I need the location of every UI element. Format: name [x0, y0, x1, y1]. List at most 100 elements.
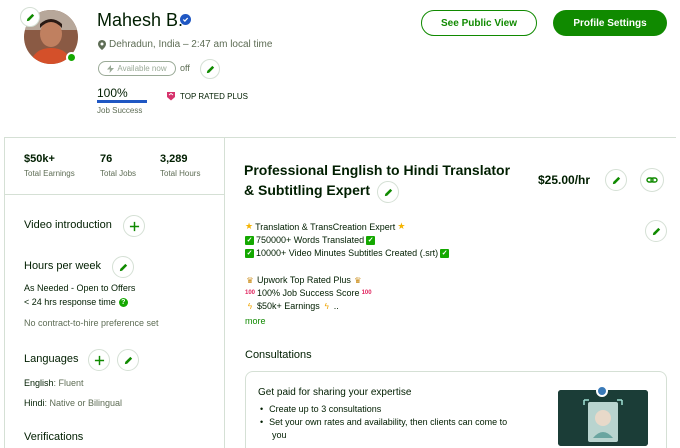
- lightning-icon: ϟ: [247, 301, 253, 311]
- star-icon: ★: [397, 221, 406, 231]
- pencil-icon: [124, 356, 132, 364]
- description-text: 750000+ Words Translated: [256, 235, 365, 245]
- edit-availability-button[interactable]: [200, 59, 220, 79]
- edit-title-button[interactable]: [377, 181, 399, 203]
- pencil-icon: [119, 263, 127, 271]
- job-success-percent: 100%: [97, 86, 128, 100]
- plus-icon: [129, 221, 139, 231]
- consultations-title: Consultations: [245, 349, 312, 361]
- description-text: $50k+ Earnings: [257, 301, 320, 311]
- list-item: • Create up to 3 consultations: [260, 404, 382, 414]
- bullet-continuation: you: [272, 430, 287, 440]
- stat-total-jobs: 76 Total Jobs: [100, 153, 136, 178]
- pencil-icon: [26, 13, 34, 21]
- stat-label: Total Earnings: [24, 169, 75, 178]
- divider: [4, 194, 224, 195]
- check-icon: ✓: [440, 248, 450, 258]
- top-rated-icon: [167, 92, 175, 101]
- description-line: ★ Translation & TransCreation Expert ★: [245, 221, 405, 232]
- video-intro-title: Video introduction: [24, 219, 112, 231]
- location-text: Dehradun, India – 2:47 am local time: [109, 39, 273, 50]
- stat-total-earnings: $50k+ Total Earnings: [24, 153, 75, 178]
- bullet-text: Set your own rates and availability, the…: [269, 417, 508, 427]
- copy-link-button[interactable]: [640, 168, 664, 192]
- edit-hours-button[interactable]: [112, 256, 134, 278]
- consultation-illustration: [558, 390, 648, 446]
- response-time-text: < 24 hrs response time: [24, 297, 116, 307]
- language-level: : Fluent: [53, 378, 84, 388]
- description-text: 100% Job Success Score: [257, 288, 360, 298]
- contract-preference: No contract-to-hire preference set: [24, 318, 159, 328]
- description-text: Translation & TransCreation Expert: [255, 221, 396, 232]
- consultation-card-title: Get paid for sharing your expertise: [258, 387, 412, 398]
- languages-title: Languages: [24, 353, 79, 365]
- consultation-bullets: • Create up to 3 consultations • Set your …: [260, 404, 550, 440]
- stat-value: $50k+: [24, 153, 55, 165]
- top-rated-label: TOP RATED PLUS: [180, 91, 249, 101]
- language-item: Hindi: Native or Bilingual: [24, 398, 122, 408]
- status-icon: [596, 385, 608, 397]
- bullet-text: Create up to 3 consultations: [269, 404, 382, 414]
- availability-state: off: [180, 63, 190, 73]
- availability-badge[interactable]: Available now: [98, 61, 176, 76]
- lightning-icon: ϟ: [324, 301, 329, 311]
- location: Dehradun, India – 2:47 am local time: [98, 39, 272, 50]
- plus-icon: [94, 355, 104, 365]
- list-item: • Set your own rates and availability, th…: [260, 417, 508, 427]
- link-icon: [646, 177, 658, 183]
- edit-languages-button[interactable]: [117, 349, 139, 371]
- job-success-bar-fill: [97, 100, 147, 103]
- add-language-button[interactable]: [88, 349, 110, 371]
- pencil-icon: [612, 176, 620, 184]
- verified-icon: [180, 14, 191, 25]
- check-icon: ✓: [366, 235, 376, 245]
- verifications-title: Verifications: [24, 431, 84, 443]
- divider: [4, 137, 5, 448]
- divider: [224, 137, 225, 448]
- pencil-icon: [652, 227, 660, 235]
- check-icon: ✓: [245, 248, 254, 258]
- see-public-view-button[interactable]: See Public View: [421, 10, 537, 36]
- profile-settings-button[interactable]: Profile Settings: [553, 10, 667, 36]
- edit-rate-button[interactable]: [605, 169, 627, 191]
- divider: [4, 137, 676, 138]
- stat-value: 3,289: [160, 153, 188, 165]
- stat-label: Total Jobs: [100, 169, 137, 178]
- stat-label: Total Hours: [160, 169, 201, 178]
- edit-description-button[interactable]: [645, 220, 667, 242]
- hours-per-week-title: Hours per week: [24, 260, 102, 272]
- edit-photo-button[interactable]: [20, 7, 40, 27]
- job-success-label: Job Success: [97, 106, 143, 115]
- language-level: : Native or Bilingual: [44, 398, 123, 408]
- availability-label: Available now: [117, 64, 167, 73]
- job-success-bar: [97, 100, 147, 103]
- trophy-icon: ♛: [354, 275, 362, 285]
- stat-value: 76: [100, 153, 113, 165]
- description-text: 10000+ Video Minutes Subtitles Created (…: [256, 248, 439, 258]
- language-item: English: Fluent: [24, 378, 84, 388]
- hundred-icon: 100: [361, 290, 372, 296]
- description-text: Upwork Top Rated Plus: [257, 275, 351, 285]
- profile-name: Mahesh B.: [97, 10, 184, 30]
- hundred-icon: 100: [245, 290, 256, 296]
- description-line: ♛ Upwork Top Rated Plus ♛: [245, 275, 363, 285]
- pencil-icon: [206, 65, 214, 73]
- help-icon[interactable]: ?: [118, 297, 128, 307]
- ellipsis: ..: [333, 301, 339, 311]
- language-name: Hindi: [24, 398, 45, 408]
- lightning-icon: [107, 64, 115, 73]
- hourly-rate: $25.00/hr: [538, 173, 591, 187]
- star-icon: ★: [245, 221, 254, 231]
- more-link[interactable]: more: [245, 316, 266, 326]
- stat-total-hours: 3,289 Total Hours: [160, 153, 200, 178]
- response-time: < 24 hrs response time ?: [24, 297, 128, 307]
- description-line: ✓ 10000+ Video Minutes Subtitles Created…: [245, 248, 450, 258]
- location-pin-icon: [98, 39, 106, 50]
- online-status-dot: [66, 52, 77, 63]
- top-rated-badge: TOP RATED PLUS: [166, 91, 248, 101]
- add-video-button[interactable]: [123, 215, 145, 237]
- trophy-icon: ♛: [246, 275, 254, 285]
- pencil-icon: [384, 188, 392, 196]
- check-icon: ✓: [245, 235, 254, 245]
- description-line: ✓ 750000+ Words Translated ✓: [245, 235, 376, 245]
